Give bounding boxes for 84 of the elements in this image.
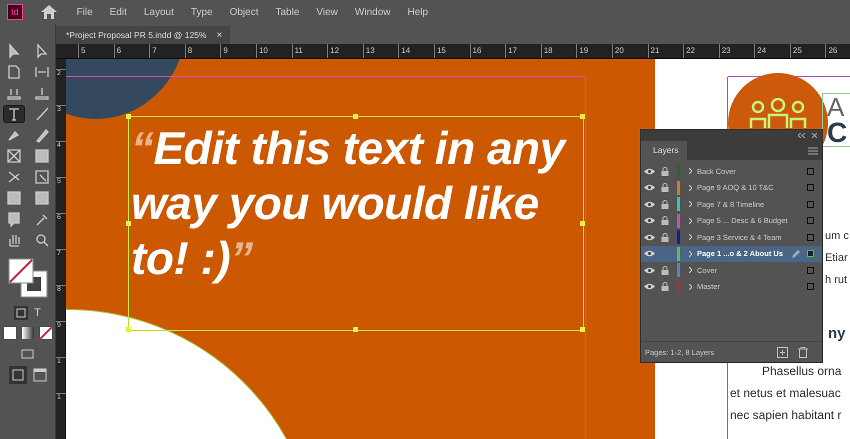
menu-item[interactable]: Help	[407, 6, 428, 18]
menu-item[interactable]: Window	[354, 6, 390, 18]
formatting-text-button[interactable]: T	[34, 307, 41, 319]
resize-handle[interactable]	[353, 327, 358, 332]
eye-icon[interactable]	[644, 234, 654, 241]
heading-text: A	[827, 94, 846, 120]
menu-item[interactable]: Edit	[110, 6, 127, 18]
resize-handle[interactable]	[580, 327, 585, 332]
lock-icon[interactable]	[661, 183, 669, 192]
home-icon[interactable]	[40, 4, 58, 20]
lock-icon[interactable]	[661, 266, 669, 275]
chevron-icon[interactable]	[689, 250, 692, 257]
line-icon	[34, 106, 50, 122]
resize-handle[interactable]	[580, 114, 585, 119]
preview-mode-icon[interactable]	[20, 347, 34, 359]
body-text: et netus et malesuac	[730, 385, 841, 401]
menu-item[interactable]: View	[316, 6, 338, 18]
body-text: Etiar	[825, 251, 848, 266]
menu-item[interactable]: Type	[190, 6, 213, 18]
menu-item[interactable]: Table	[276, 6, 300, 18]
frame-icon	[6, 148, 22, 164]
rectangle-icon	[34, 148, 50, 164]
fill-stroke-swatch[interactable]	[6, 257, 48, 299]
tool-button[interactable]	[2, 105, 24, 123]
lock-icon[interactable]	[661, 232, 669, 242]
chevron-icon[interactable]	[689, 168, 692, 174]
eye-icon[interactable]	[644, 250, 654, 258]
text-frame[interactable]: “Edit this text in any way you would like to! :)”	[128, 116, 584, 331]
headline-text[interactable]: “Edit this text in any way you would like to! :)”	[129, 117, 578, 286]
selection-square-icon[interactable]	[807, 250, 814, 258]
heading-text: C	[827, 120, 848, 146]
lock-icon[interactable]	[661, 166, 669, 176]
pen-icon	[791, 248, 801, 259]
transform-icon	[34, 169, 50, 185]
chevron-icon[interactable]	[689, 201, 692, 208]
eye-icon[interactable]	[644, 168, 654, 175]
document-tab[interactable]: *Project Proposal PR 5.indd @ 125% ×	[56, 26, 230, 44]
lock-icon[interactable]	[661, 200, 669, 209]
menu-item[interactable]: Object	[230, 6, 258, 18]
app-logo[interactable]: Id	[7, 4, 23, 20]
formatting-container-icon[interactable]	[14, 306, 28, 320]
apply-color-icon[interactable]	[4, 327, 16, 339]
close-tab-button[interactable]: ×	[216, 30, 222, 40]
chevron-icon[interactable]	[689, 218, 692, 224]
resize-handle[interactable]	[353, 114, 358, 119]
body-text: h rut	[825, 273, 848, 288]
apply-gradient-icon[interactable]	[22, 327, 34, 339]
menu-item[interactable]: File	[76, 6, 93, 18]
pencil-icon	[34, 127, 50, 143]
screen-mode-icon[interactable]	[32, 368, 46, 382]
lock-icon[interactable]	[661, 282, 669, 292]
normal-mode-icon[interactable]	[8, 366, 26, 384]
layers-tab[interactable]: Layers	[641, 141, 687, 160]
chevron-icon[interactable]	[689, 267, 692, 274]
body-text: Phasellus orna	[762, 363, 842, 379]
horizontal-ruler: 5 6 7 8 9 10 11 12 13 14 15 16 17 18 19 20 21 22 23 24 25 26	[56, 44, 850, 59]
resize-handle[interactable]	[126, 114, 131, 119]
gap-icon	[34, 64, 50, 80]
chevron-icon[interactable]	[689, 234, 692, 240]
new-layer-icon[interactable]	[777, 346, 788, 358]
lock-icon[interactable]	[661, 216, 669, 226]
collapse-panel-icon[interactable]	[798, 133, 805, 138]
body-text: um c	[825, 229, 849, 244]
body-text: nec sapien habitant r	[730, 407, 842, 423]
resize-handle[interactable]	[126, 327, 131, 332]
eye-icon[interactable]	[644, 184, 654, 192]
subheading-text: ny	[828, 324, 846, 344]
trash-icon[interactable]	[798, 346, 808, 358]
zoom-icon	[34, 232, 50, 248]
page-icon	[6, 64, 22, 80]
resize-handle[interactable]	[126, 220, 131, 226]
eye-icon[interactable]	[644, 283, 654, 290]
people-icon	[748, 98, 808, 128]
chevron-icon[interactable]	[689, 184, 692, 191]
note-icon	[6, 211, 22, 227]
close-icon[interactable]	[812, 133, 817, 138]
eye-icon[interactable]	[644, 217, 654, 224]
menu-item[interactable]: Layout	[144, 6, 174, 18]
eye-icon[interactable]	[644, 200, 654, 208]
apply-none-icon[interactable]	[40, 327, 52, 339]
eye-icon[interactable]	[644, 266, 654, 274]
panel-menu-icon[interactable]	[808, 146, 818, 154]
resize-handle[interactable]	[580, 220, 585, 226]
chevron-icon[interactable]	[689, 284, 692, 290]
